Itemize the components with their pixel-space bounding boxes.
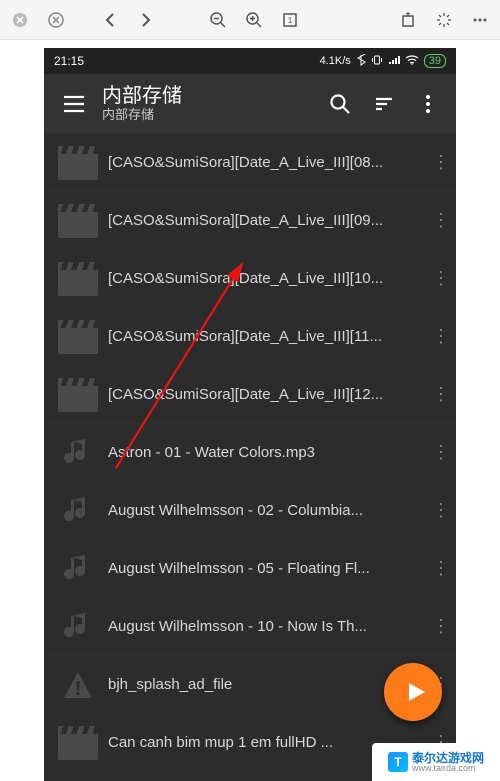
zoom-fit-icon[interactable]: 1 xyxy=(278,8,302,32)
row-menu-icon[interactable]: ⋮ xyxy=(426,500,456,521)
file-name: Astron - 01 - Water Colors.mp3 xyxy=(108,444,426,461)
row-menu-icon[interactable]: ⋮ xyxy=(426,210,456,231)
file-name: [CASO&SumiSora][Date_A_Live_III][08... xyxy=(108,154,426,171)
music-icon xyxy=(54,491,102,531)
battery-pill: 39 xyxy=(424,54,446,68)
file-row[interactable]: Astron - 01 - Water Colors.mp3⋮ xyxy=(44,424,456,482)
zoom-in-icon[interactable] xyxy=(242,8,266,32)
file-name: [CASO&SumiSora][Date_A_Live_III][12... xyxy=(108,386,426,403)
music-icon xyxy=(54,433,102,473)
file-name: August Wilhelmsson - 02 - Columbia... xyxy=(108,502,426,519)
warning-icon xyxy=(54,665,102,705)
clapperboard-icon xyxy=(54,143,102,183)
rotate-icon[interactable] xyxy=(396,8,420,32)
browser-toolbar: 1 xyxy=(0,0,500,40)
file-row[interactable]: [CASO&SumiSora][Date_A_Live_III][09...⋮ xyxy=(44,192,456,250)
row-menu-icon[interactable]: ⋮ xyxy=(426,152,456,173)
music-icon xyxy=(54,549,102,589)
back-icon[interactable] xyxy=(98,8,122,32)
row-menu-icon[interactable]: ⋮ xyxy=(426,558,456,579)
clear-icon[interactable] xyxy=(44,8,68,32)
close-tab-icon[interactable] xyxy=(8,8,32,32)
status-netspeed: 4.1K/s xyxy=(320,55,351,67)
hamburger-icon[interactable] xyxy=(54,95,94,113)
zoom-out-icon[interactable] xyxy=(206,8,230,32)
file-row[interactable]: August Wilhelmsson - 05 - Floating Fl...… xyxy=(44,540,456,598)
watermark-logo: T xyxy=(388,752,408,772)
clapperboard-icon xyxy=(54,201,102,241)
search-icon[interactable] xyxy=(318,82,362,126)
page-subtitle: 内部存储 xyxy=(102,107,318,123)
row-menu-icon[interactable]: ⋮ xyxy=(426,326,456,347)
clapperboard-icon xyxy=(54,375,102,415)
file-row[interactable]: August Wilhelmsson - 10 - Now Is Th...⋮ xyxy=(44,598,456,656)
watermark-url: www.tairda.com xyxy=(412,764,484,773)
status-bar: 21:15 4.1K/s 39 xyxy=(44,48,456,74)
file-row[interactable]: [CASO&SumiSora][Date_A_Live_III][11...⋮ xyxy=(44,308,456,366)
signal-icon xyxy=(388,55,400,68)
play-fab[interactable] xyxy=(384,663,442,721)
watermark-name: 泰尔达游戏网 xyxy=(412,752,484,764)
file-name: August Wilhelmsson - 05 - Floating Fl... xyxy=(108,560,426,577)
row-menu-icon[interactable]: ⋮ xyxy=(426,384,456,405)
row-menu-icon[interactable]: ⋮ xyxy=(426,616,456,637)
phone-screen: 21:15 4.1K/s 39 内部存储 内部存储 xyxy=(44,48,456,781)
file-name: bjh_splash_ad_file xyxy=(108,676,426,693)
file-name: [CASO&SumiSora][Date_A_Live_III][09... xyxy=(108,212,426,229)
app-header: 内部存储 内部存储 xyxy=(44,74,456,134)
clapperboard-icon xyxy=(54,317,102,357)
vibrate-icon xyxy=(371,54,383,69)
file-row[interactable]: [CASO&SumiSora][Date_A_Live_III][12...⋮ xyxy=(44,366,456,424)
music-icon xyxy=(54,607,102,647)
more-icon[interactable] xyxy=(468,8,492,32)
status-time: 21:15 xyxy=(54,54,84,68)
magic-icon[interactable] xyxy=(432,8,456,32)
page-title: 内部存储 xyxy=(102,85,318,107)
clapperboard-icon xyxy=(54,259,102,299)
clapperboard-icon xyxy=(54,723,102,763)
file-row[interactable]: [CASO&SumiSora][Date_A_Live_III][10...⋮ xyxy=(44,250,456,308)
file-name: August Wilhelmsson - 10 - Now Is Th... xyxy=(108,618,426,635)
overflow-icon[interactable] xyxy=(406,82,450,126)
file-row[interactable]: August Wilhelmsson - 02 - Columbia...⋮ xyxy=(44,482,456,540)
row-menu-icon[interactable]: ⋮ xyxy=(426,268,456,289)
file-name: [CASO&SumiSora][Date_A_Live_III][10... xyxy=(108,270,426,287)
bluetooth-icon xyxy=(356,54,366,69)
file-name: [CASO&SumiSora][Date_A_Live_III][11... xyxy=(108,328,426,345)
sort-icon[interactable] xyxy=(362,82,406,126)
file-row[interactable]: [CASO&SumiSora][Date_A_Live_III][08...⋮ xyxy=(44,134,456,192)
forward-icon[interactable] xyxy=(134,8,158,32)
title-block: 内部存储 内部存储 xyxy=(94,85,318,123)
wifi-icon xyxy=(405,55,419,68)
row-menu-icon[interactable]: ⋮ xyxy=(426,442,456,463)
watermark: T 泰尔达游戏网 www.tairda.com xyxy=(372,743,500,781)
svg-text:1: 1 xyxy=(288,16,293,25)
